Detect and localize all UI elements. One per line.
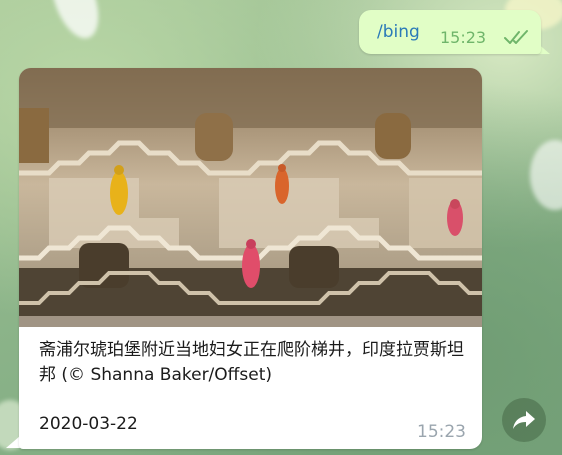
stepwell-photo[interactable] — [19, 68, 482, 327]
double-check-icon — [504, 30, 528, 44]
forward-arrow-icon — [513, 411, 535, 429]
incoming-message-time: 15:23 — [417, 422, 466, 442]
incoming-bubble-tail — [6, 436, 20, 448]
photo-caption: 斋浦尔琥珀堡附近当地妇女正在爬阶梯井，印度拉贾斯坦邦 (© Shanna Bak… — [39, 340, 464, 385]
outgoing-message-time: 15:23 — [440, 28, 487, 47]
forward-button[interactable] — [502, 398, 546, 442]
incoming-message-bubble[interactable]: 斋浦尔琥珀堡附近当地妇女正在爬阶梯井，印度拉贾斯坦邦 (© Shanna Bak… — [19, 68, 482, 449]
background-petal — [530, 140, 562, 210]
photo-date: 2020-03-22 — [39, 414, 138, 434]
background-petal — [42, 0, 108, 45]
outgoing-message-text: /bing — [377, 22, 420, 42]
chat-background: /bing 15:23 斋浦尔琥珀堡附近当地妇女正在爬阶梯井，印度拉贾斯坦邦 (… — [0, 0, 562, 455]
